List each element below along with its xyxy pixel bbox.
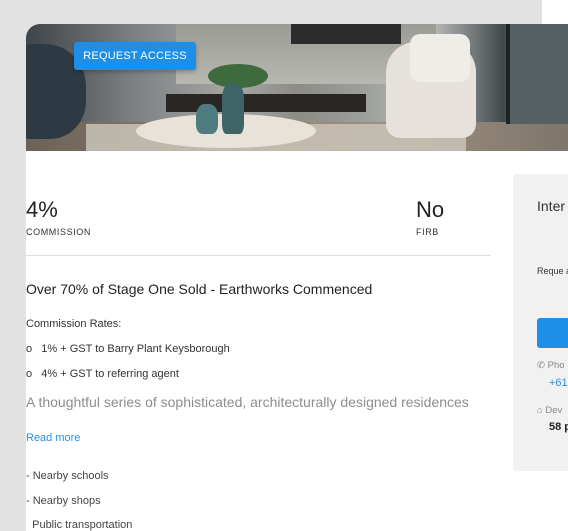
firb-label: FIRB xyxy=(416,227,439,237)
read-more-link[interactable]: Read more xyxy=(26,432,80,444)
firb-value: No xyxy=(416,197,445,222)
phone-label: ✆ Pho xyxy=(537,360,565,371)
home-icon: ⌂ xyxy=(537,405,543,416)
listing-headline: Over 70% of Stage One Sold - Earthworks … xyxy=(26,281,373,297)
feature-item: Public transportation xyxy=(26,519,133,531)
request-access-button[interactable]: REQUEST ACCESS xyxy=(74,42,196,70)
enquiry-side-panel: Inter stoc deve Reque access stock ✆ Pho… xyxy=(513,174,568,471)
feature-item: - Nearby schools xyxy=(26,470,109,482)
phone-icon: ✆ xyxy=(537,360,545,371)
stats-divider xyxy=(26,255,491,256)
developer-label: ⌂ Dev xyxy=(537,405,562,416)
developer-value: 58 p xyxy=(549,421,568,433)
phone-link[interactable]: +61 xyxy=(549,377,568,389)
commission-rate-item: o 4% + GST to referring agent xyxy=(26,368,179,380)
side-panel-note: Reque access stock xyxy=(537,266,568,276)
hero-cushion xyxy=(410,34,470,82)
side-panel-cta-button[interactable] xyxy=(537,318,568,348)
hero-cabinet xyxy=(166,94,366,112)
phone-label-text: Pho xyxy=(547,360,565,371)
listing-card: REQUEST ACCESS 4% COMMISSION No FIRB Ove… xyxy=(26,24,568,531)
hero-vase xyxy=(222,84,244,134)
hero-image: REQUEST ACCESS xyxy=(26,24,568,151)
developer-label-text: Dev xyxy=(545,405,563,416)
firb-stat: No FIRB xyxy=(416,197,444,237)
feature-item: - Nearby shops xyxy=(26,495,101,507)
hero-window xyxy=(506,24,568,124)
commission-value: 4% xyxy=(26,197,58,222)
commission-rates-heading: Commission Rates: xyxy=(26,318,122,330)
side-panel-title: Inter stoc deve xyxy=(537,198,568,214)
listing-description: A thoughtful series of sophisticated, ar… xyxy=(26,394,469,410)
commission-stat: 4% COMMISSION xyxy=(26,197,91,237)
commission-label: COMMISSION xyxy=(26,227,92,237)
hero-tv xyxy=(291,24,401,44)
hero-vase xyxy=(196,104,218,134)
commission-rate-item: o 1% + GST to Barry Plant Keysborough xyxy=(26,343,230,355)
